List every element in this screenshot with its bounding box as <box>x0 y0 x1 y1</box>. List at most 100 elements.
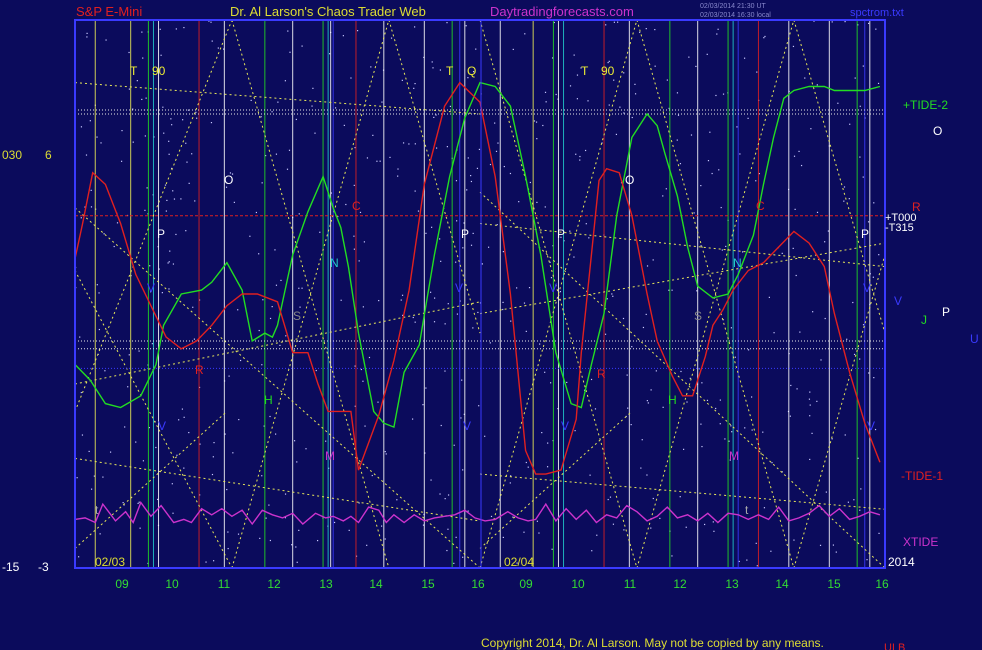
star-dot <box>86 32 88 34</box>
star-dot <box>100 142 102 144</box>
star-dot <box>168 261 170 263</box>
site-link[interactable]: Daytradingforecasts.com <box>490 4 634 19</box>
star-dot <box>128 51 130 54</box>
chaos-trader-chart: T 90 T Q T 90O OP P P PC CN NH HM MR RS SV V V VV V V Vt t S&P… <box>0 0 982 650</box>
star-dot <box>262 299 264 301</box>
star-dot <box>878 254 880 256</box>
star-dot <box>192 306 194 308</box>
star-dot <box>271 306 273 308</box>
star-dot <box>495 150 498 152</box>
star-dot <box>462 556 464 558</box>
marker-letter: V <box>463 419 471 433</box>
star-dot <box>258 329 260 332</box>
star-dot <box>470 175 472 177</box>
star-dot <box>523 302 526 304</box>
marker-letter: 90 <box>152 64 166 78</box>
star-dot <box>163 132 165 134</box>
star-dot <box>295 546 297 548</box>
star-dot <box>185 142 187 144</box>
star-dot <box>268 504 270 506</box>
star-dot <box>645 313 647 316</box>
marker-letter: M <box>325 449 335 463</box>
star-dot <box>502 251 504 253</box>
marker-letter: C <box>352 199 361 213</box>
star-dot <box>873 377 875 379</box>
star-dot <box>559 291 562 293</box>
star-dot <box>237 309 239 311</box>
star-dot <box>301 45 303 47</box>
star-dot <box>853 499 855 501</box>
star-dot <box>676 139 678 141</box>
star-dot <box>509 172 512 175</box>
star-dot <box>859 358 861 360</box>
star-dot <box>605 24 607 26</box>
star-dot <box>720 206 722 209</box>
star-dot <box>431 61 433 63</box>
star-dot <box>260 116 262 118</box>
star-dot <box>237 533 240 535</box>
star-dot <box>808 398 811 400</box>
star-dot <box>875 28 877 30</box>
star-dot <box>284 493 287 495</box>
label-t315: -T315 <box>885 222 914 234</box>
star-dot <box>342 35 344 37</box>
star-dot <box>160 54 162 56</box>
star-dot <box>718 169 720 171</box>
star-dot <box>155 446 157 449</box>
star-dot <box>138 501 140 503</box>
star-dot <box>685 526 687 528</box>
star-dot <box>325 440 327 442</box>
marker-letter: T <box>130 64 138 78</box>
star-dot <box>676 92 679 94</box>
hour-tick-label: 15 <box>827 577 841 591</box>
star-dot <box>128 88 131 90</box>
star-dot <box>584 149 587 152</box>
star-dot <box>103 233 105 235</box>
star-dot <box>195 111 197 113</box>
marker-letter: C <box>756 199 765 213</box>
star-dot <box>145 97 147 99</box>
star-dot <box>269 539 271 542</box>
star-dot <box>719 423 721 425</box>
star-dot <box>284 80 286 82</box>
star-dot <box>439 69 441 71</box>
star-dot <box>613 21 615 23</box>
star-dot <box>453 562 455 564</box>
star-dot <box>261 364 263 366</box>
star-dot <box>440 260 442 262</box>
star-dot <box>402 142 405 144</box>
left-scale-top-b: 6 <box>45 148 52 162</box>
star-dot <box>711 172 713 175</box>
star-dot <box>619 106 621 108</box>
hour-tick-label: 13 <box>725 577 739 591</box>
star-dot <box>634 93 637 95</box>
star-dot <box>544 206 546 208</box>
left-scale-bottom-a: -15 <box>2 560 20 574</box>
star-dot <box>589 474 591 476</box>
star-dot <box>816 84 818 86</box>
star-dot <box>525 330 527 332</box>
label-xtide: XTIDE <box>903 535 938 549</box>
star-dot <box>847 501 849 503</box>
star-dot <box>433 321 436 323</box>
star-dot <box>408 143 410 145</box>
star-dot <box>146 187 148 189</box>
star-dot <box>502 536 504 539</box>
star-dot <box>677 114 680 116</box>
star-dot <box>425 232 427 234</box>
star-dot <box>860 488 862 490</box>
star-dot <box>162 106 164 108</box>
star-dot <box>433 116 435 119</box>
star-dot <box>715 94 717 97</box>
star-dot <box>173 198 176 200</box>
star-dot <box>298 213 300 215</box>
star-dot <box>472 327 474 329</box>
star-dot <box>169 250 171 252</box>
star-dot <box>356 30 359 32</box>
star-dot <box>546 466 549 468</box>
hour-tick-label: 12 <box>267 577 281 591</box>
star-dot <box>579 159 581 161</box>
star-dot <box>447 494 450 496</box>
star-dot <box>453 444 455 446</box>
star-dot <box>719 399 721 401</box>
